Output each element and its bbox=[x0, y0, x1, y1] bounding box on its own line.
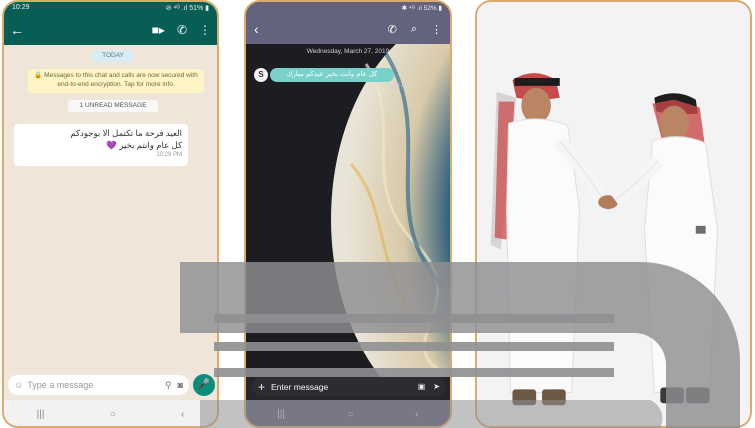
brand-logo-overlay bbox=[180, 262, 740, 428]
collage-canvas: 10:29 ⊘ ⁴ᴳ .ıl 51% ▮ ← ■▸ ✆ ⋮ TODAY 🔒 Me… bbox=[0, 0, 755, 428]
